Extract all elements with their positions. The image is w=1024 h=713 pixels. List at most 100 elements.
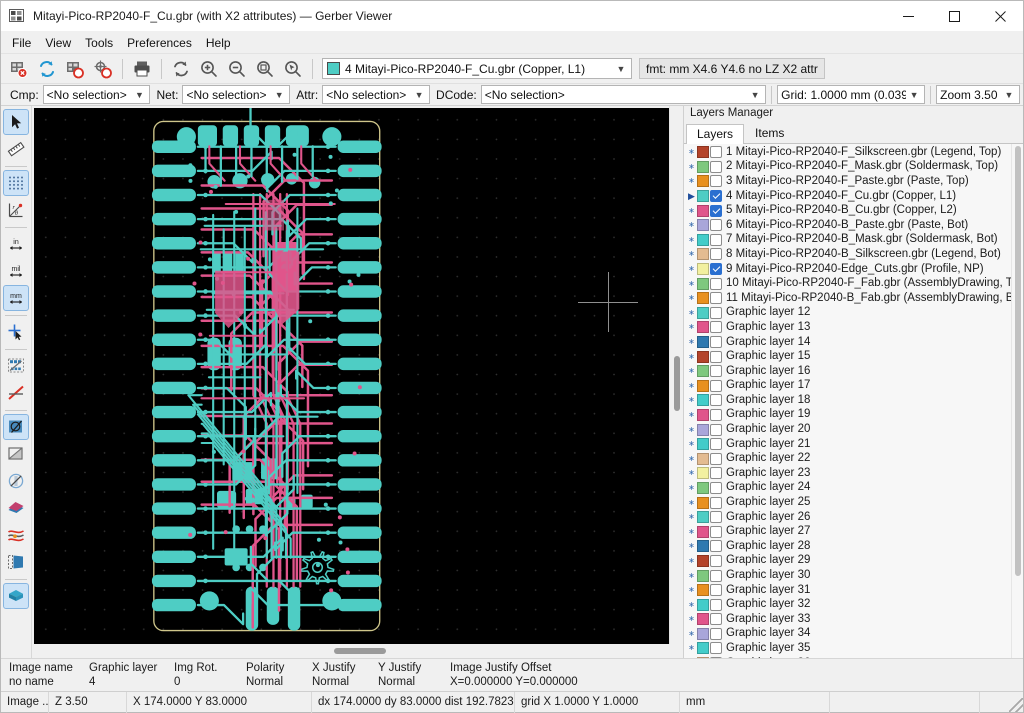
print-button[interactable] — [129, 56, 155, 82]
layer-visibility-checkbox[interactable] — [710, 233, 722, 246]
horizontal-scroll-thumb[interactable] — [334, 648, 386, 654]
layer-row[interactable]: ∗ Graphic layer 30 — [684, 568, 1011, 583]
layer-row[interactable]: ∗ 3 Mitayi-Pico-RP2040-F_Paste.gbr (Paste… — [684, 174, 1011, 189]
layer-color-swatch[interactable] — [697, 336, 709, 349]
active-layer-select[interactable]: 4 Mitayi-Pico-RP2040-F_Cu.gbr (Copper, L… — [322, 58, 632, 79]
canvas-horizontal-scrollbar[interactable] — [34, 644, 683, 658]
layer-visibility-checkbox[interactable] — [710, 423, 722, 436]
layer-visibility-checkbox[interactable] — [710, 627, 722, 640]
layer-color-swatch[interactable] — [697, 160, 709, 173]
layer-color-swatch[interactable] — [697, 248, 709, 261]
layer-row[interactable]: ∗ Graphic layer 24 — [684, 481, 1011, 496]
layer-visibility-checkbox[interactable] — [710, 613, 722, 626]
refresh-button[interactable] — [168, 56, 194, 82]
layer-color-swatch[interactable] — [697, 219, 709, 232]
show-dcodes-button[interactable] — [3, 353, 29, 379]
layer-row[interactable]: ∗ Graphic layer 26 — [684, 510, 1011, 525]
layer-color-swatch[interactable] — [697, 277, 709, 290]
layer-visibility-checkbox[interactable] — [710, 379, 722, 392]
layer-visibility-checkbox[interactable] — [710, 554, 722, 567]
layer-visibility-checkbox[interactable] — [710, 481, 722, 494]
tab-items[interactable]: Items — [744, 123, 795, 143]
dcode-select[interactable]: <No selection> ▼ — [480, 85, 767, 104]
select-tool-button[interactable] — [3, 109, 29, 135]
grid-select[interactable]: Grid: 1.0000 mm (0.0394 in) ▼ — [777, 85, 926, 104]
layer-row[interactable]: ∗ 2 Mitayi-Pico-RP2040-F_Mask.gbr (Solder… — [684, 160, 1011, 175]
layer-row[interactable]: ∗ Graphic layer 20 — [684, 422, 1011, 437]
diff-mode-button[interactable] — [3, 495, 29, 521]
reload-all-layers-button[interactable] — [34, 56, 60, 82]
menu-preferences[interactable]: Preferences — [120, 33, 199, 53]
layer-visibility-checkbox[interactable] — [710, 248, 722, 261]
layer-color-swatch[interactable] — [697, 481, 709, 494]
clear-current-layer-button[interactable] — [62, 56, 88, 82]
layer-row[interactable]: ∗ 7 Mitayi-Pico-RP2040-B_Mask.gbr (Solder… — [684, 233, 1011, 248]
layer-visibility-checkbox[interactable] — [710, 540, 722, 553]
minimize-button[interactable] — [885, 1, 931, 32]
layer-row[interactable]: ∗ 5 Mitayi-Pico-RP2040-B_Cu.gbr (Copper, … — [684, 203, 1011, 218]
layer-row[interactable]: ∗ Graphic layer 19 — [684, 408, 1011, 423]
layer-visibility-checkbox[interactable] — [710, 160, 722, 173]
delete-item-button[interactable] — [90, 56, 116, 82]
layer-color-swatch[interactable] — [697, 598, 709, 611]
layers-scrollbar[interactable] — [1011, 144, 1023, 658]
layer-color-swatch[interactable] — [697, 452, 709, 465]
units-mil-button[interactable]: mil — [3, 258, 29, 284]
layer-row[interactable]: ∗ 6 Mitayi-Pico-RP2040-B_Paste.gbr (Paste… — [684, 218, 1011, 233]
layer-visibility-checkbox[interactable] — [710, 175, 722, 188]
zoom-select-button[interactable] — [280, 56, 306, 82]
layer-visibility-checkbox[interactable] — [710, 204, 722, 217]
toggle-grid-button[interactable] — [3, 170, 29, 196]
layer-visibility-checkbox[interactable] — [710, 350, 722, 363]
layer-row[interactable]: ∗ Graphic layer 31 — [684, 583, 1011, 598]
layer-row[interactable]: ∗ 10 Mitayi-Pico-RP2040-F_Fab.gbr (Assemb… — [684, 276, 1011, 291]
layer-color-swatch[interactable] — [697, 496, 709, 509]
layer-visibility-checkbox[interactable] — [710, 525, 722, 538]
layer-row[interactable]: ∗ Graphic layer 13 — [684, 320, 1011, 335]
layer-color-swatch[interactable] — [697, 642, 709, 655]
polygons-sketch-button[interactable] — [3, 441, 29, 467]
layer-color-swatch[interactable] — [697, 408, 709, 421]
layer-visibility-checkbox[interactable] — [710, 467, 722, 480]
layer-visibility-checkbox[interactable] — [710, 496, 722, 509]
layer-visibility-checkbox[interactable] — [710, 219, 722, 232]
layer-color-swatch[interactable] — [697, 438, 709, 451]
maximize-button[interactable] — [931, 1, 977, 32]
toggle-3d-button[interactable] — [3, 583, 29, 609]
layer-row[interactable]: ∗ Graphic layer 12 — [684, 306, 1011, 321]
zoom-out-button[interactable] — [224, 56, 250, 82]
layer-row[interactable]: ∗ Graphic layer 28 — [684, 539, 1011, 554]
layer-visibility-checkbox[interactable] — [710, 452, 722, 465]
units-mm-button[interactable]: mm — [3, 285, 29, 311]
layer-color-swatch[interactable] — [697, 423, 709, 436]
layer-row[interactable]: ∗ Graphic layer 22 — [684, 451, 1011, 466]
layer-color-swatch[interactable] — [697, 554, 709, 567]
layer-row[interactable]: ∗ Graphic layer 15 — [684, 349, 1011, 364]
layer-row[interactable]: ∗ Graphic layer 35 — [684, 641, 1011, 656]
layer-visibility-checkbox[interactable] — [710, 598, 722, 611]
canvas-vertical-scrollbar[interactable] — [669, 106, 683, 644]
layer-visibility-checkbox[interactable] — [710, 438, 722, 451]
layer-row[interactable]: ∗Graphic layer 36 — [684, 656, 1011, 658]
layer-color-swatch[interactable] — [697, 379, 709, 392]
layer-visibility-checkbox[interactable] — [710, 277, 722, 290]
units-inch-button[interactable]: in — [3, 231, 29, 257]
layer-row[interactable]: ∗ 1 Mitayi-Pico-RP2040-F_Silkscreen.gbr (… — [684, 145, 1011, 160]
layer-visibility-checkbox[interactable] — [710, 511, 722, 524]
layer-row[interactable]: ∗ Graphic layer 27 — [684, 524, 1011, 539]
layer-visibility-checkbox[interactable] — [710, 584, 722, 597]
layer-visibility-checkbox[interactable] — [710, 263, 722, 276]
cmp-select[interactable]: <No selection> ▼ — [42, 85, 151, 104]
layer-color-swatch[interactable] — [697, 306, 709, 319]
layer-color-swatch[interactable] — [697, 175, 709, 188]
high-contrast-button[interactable] — [3, 522, 29, 548]
layer-visibility-checkbox[interactable] — [710, 394, 722, 407]
resize-grip[interactable] — [1009, 698, 1023, 712]
layer-color-swatch[interactable] — [697, 584, 709, 597]
layer-row[interactable]: ∗ 9 Mitayi-Pico-RP2040-Edge_Cuts.gbr (Pro… — [684, 262, 1011, 277]
layer-visibility-checkbox[interactable] — [710, 408, 722, 421]
layer-visibility-checkbox[interactable] — [710, 336, 722, 349]
page-limits-button[interactable] — [3, 549, 29, 575]
attr-select[interactable]: <No selection> ▼ — [322, 85, 431, 104]
polar-coords-button[interactable]: r θ — [3, 197, 29, 223]
